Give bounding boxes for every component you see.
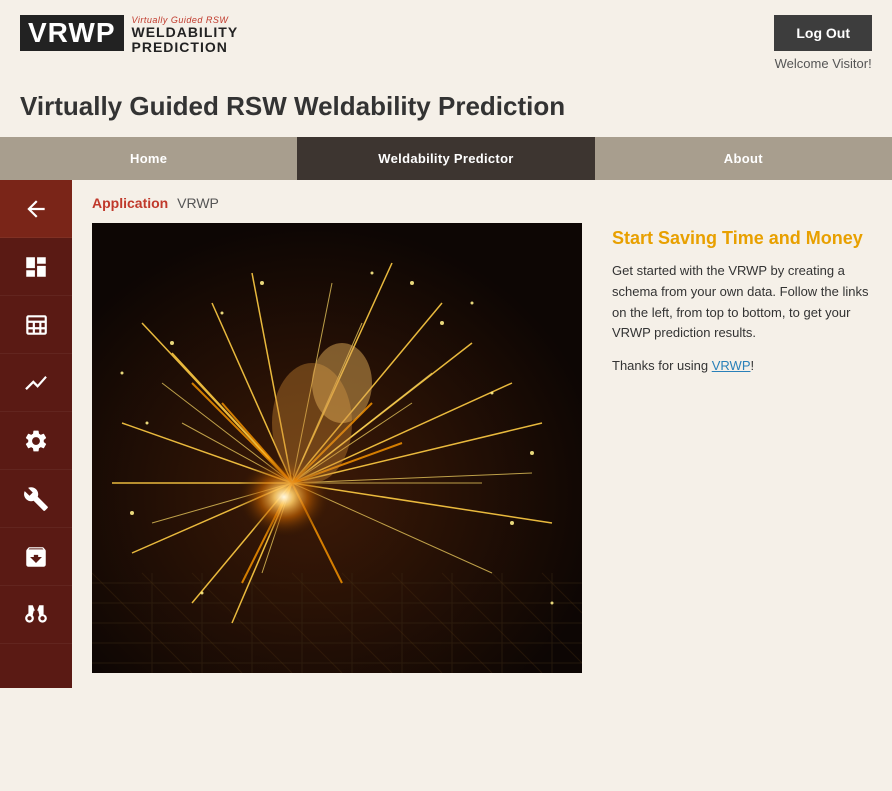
nav-item-predictor[interactable]: Weldability Predictor	[297, 137, 594, 180]
table-icon	[23, 312, 49, 338]
sidebar-item-back[interactable]	[0, 180, 72, 238]
logo-line3: PREDICTION	[132, 40, 239, 55]
right-panel-paragraph2: Thanks for using VRWP!	[612, 356, 872, 377]
nav-item-about[interactable]: About	[595, 137, 892, 180]
logo-line2: WELDABILITY	[132, 25, 239, 40]
sidebar-item-wrench[interactable]	[0, 470, 72, 528]
sidebar-item-binoculars[interactable]	[0, 586, 72, 644]
header-right: Log Out Welcome Visitor!	[774, 15, 872, 71]
content-area: Application VRWP	[72, 180, 892, 688]
cube-icon	[23, 544, 49, 570]
content-body: Start Saving Time and Money Get started …	[92, 223, 872, 673]
logo-acronym: VRWP	[20, 15, 124, 51]
sidebar-item-dashboard[interactable]	[0, 238, 72, 296]
binoculars-icon	[23, 602, 49, 628]
dashboard-icon	[23, 254, 49, 280]
logo-subtitle: Virtually Guided RSW WELDABILITY PREDICT…	[132, 15, 239, 56]
nav-bar: Home Weldability Predictor About	[0, 137, 892, 180]
settings-icon	[23, 428, 49, 454]
breadcrumb-app-label: Application	[92, 195, 168, 211]
sidebar-item-chart[interactable]	[0, 354, 72, 412]
welding-image	[92, 223, 582, 673]
right-panel-heading: Start Saving Time and Money	[612, 228, 872, 249]
nav-item-home[interactable]: Home	[0, 137, 297, 180]
breadcrumb-app-name: VRWP	[177, 195, 219, 211]
logout-button[interactable]: Log Out	[774, 15, 872, 51]
sidebar-item-table[interactable]	[0, 296, 72, 354]
right-panel: Start Saving Time and Money Get started …	[602, 223, 872, 389]
sidebar-item-settings[interactable]	[0, 412, 72, 470]
logo-area: VRWP Virtually Guided RSW WELDABILITY PR…	[20, 15, 238, 56]
welcome-text: Welcome Visitor!	[775, 56, 872, 71]
back-icon	[23, 196, 49, 222]
breadcrumb: Application VRWP	[92, 195, 872, 211]
vrwp-link[interactable]: VRWP	[712, 358, 751, 373]
page-title: Virtually Guided RSW Weldability Predict…	[0, 81, 892, 137]
wrench-icon	[23, 486, 49, 512]
header: VRWP Virtually Guided RSW WELDABILITY PR…	[0, 0, 892, 81]
sidebar-item-cube[interactable]	[0, 528, 72, 586]
sidebar	[0, 180, 72, 688]
right-panel-paragraph1: Get started with the VRWP by creating a …	[612, 261, 872, 344]
chart-icon	[23, 370, 49, 396]
main-container: Application VRWP	[0, 180, 892, 688]
